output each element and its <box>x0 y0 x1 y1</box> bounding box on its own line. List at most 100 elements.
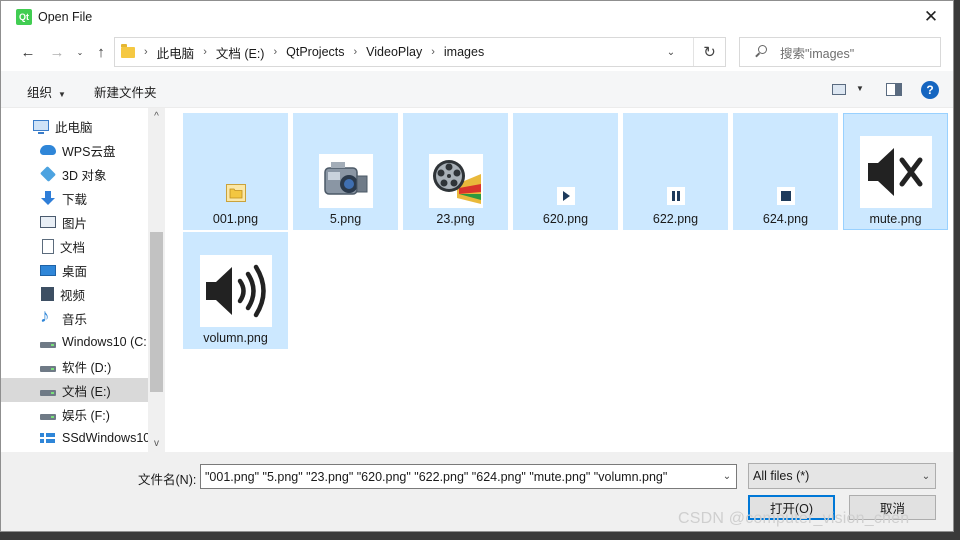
breadcrumb-this-pc[interactable]: 此电脑 <box>157 43 195 62</box>
csdn-watermark: CSDN @computer_vision_chen <box>678 510 910 527</box>
sidebar-item-downloads[interactable]: 下载 <box>1 186 148 210</box>
filename-label: 文件名(N): <box>138 473 197 487</box>
search-icon <box>754 45 768 59</box>
file-type-value: All files (*) <box>753 469 810 483</box>
breadcrumb-drive-e[interactable]: 文档 (E:) <box>216 43 265 62</box>
caret-down-icon: ▼ <box>58 90 66 99</box>
organize-menu-button[interactable]: 组织 ▼ <box>27 82 66 101</box>
organize-label: 组织 <box>27 86 53 100</box>
breadcrumb-images[interactable]: images <box>444 45 484 59</box>
sidebar-item-pictures[interactable]: 图片 <box>1 210 148 234</box>
sidebar-item-drive-c[interactable]: Windows10 (C: <box>1 330 148 354</box>
drive-icon <box>40 389 56 396</box>
music-icon <box>40 306 56 328</box>
file-name: 622.png <box>652 212 699 226</box>
file-tile-mute[interactable]: mute.png <box>843 113 948 230</box>
folder-thumbnail-icon <box>225 184 246 202</box>
sidebar-item-desktop[interactable]: 桌面 <box>1 258 148 282</box>
3d-objects-icon <box>40 166 56 182</box>
breadcrumb-separator: › <box>431 46 435 58</box>
title-bar: Qt Open File ✕ <box>1 1 953 32</box>
sidebar-item-label: 视频 <box>60 288 86 303</box>
sidebar-item-label: 下载 <box>62 192 88 207</box>
change-view-icon[interactable] <box>832 84 846 95</box>
volume-speaker-thumbnail-icon <box>199 255 272 327</box>
file-name: volumn.png <box>203 331 268 345</box>
file-name: mute.png <box>869 212 922 226</box>
sidebar-item-label: 娱乐 (F:) <box>62 408 110 423</box>
sidebar-item-label: 3D 对象 <box>62 168 107 183</box>
filename-dropdown-chevron-icon[interactable]: ⌄ <box>718 465 736 488</box>
file-type-chevron-icon: ⌄ <box>921 470 931 482</box>
recent-locations-chevron-icon[interactable]: ⌄ <box>73 42 87 62</box>
sidebar-item-ssd[interactable]: SSdWindows10 <box>1 426 148 450</box>
scrollbar-thumb[interactable] <box>150 232 163 392</box>
ssd-icon <box>40 433 56 444</box>
pause-thumbnail-icon <box>666 187 685 205</box>
qt-logo-icon: Qt <box>16 8 32 25</box>
forward-button[interactable]: → <box>47 42 67 62</box>
search-input[interactable]: 搜索"images" <box>739 37 941 67</box>
sidebar-item-drive-d[interactable]: 软件 (D:) <box>1 354 148 378</box>
drive-icon <box>40 365 56 372</box>
filename-field[interactable]: "001.png" "5.png" "23.png" "620.png" "62… <box>200 464 737 489</box>
sidebar-item-this-pc[interactable]: 此电脑 <box>1 114 148 138</box>
file-tile-5[interactable]: 5.png <box>293 113 398 230</box>
file-name: 624.png <box>762 212 809 226</box>
breadcrumb-separator: › <box>353 46 358 58</box>
open-file-dialog: Qt Open File ✕ ← → ⌄ ↑ › 此电脑 › 文档 (E:) ›… <box>0 0 954 532</box>
file-tile-620[interactable]: 620.png <box>513 113 618 230</box>
sidebar-item-label: SSdWindows10 <box>62 431 148 445</box>
breadcrumb-separator: › <box>144 46 148 58</box>
help-icon[interactable]: ? <box>921 81 939 99</box>
file-tile-23[interactable]: 23.png <box>403 113 508 230</box>
file-tile-622[interactable]: 622.png <box>623 113 728 230</box>
sidebar-item-documents[interactable]: 文档 <box>1 234 148 258</box>
sidebar-item-label: WPS云盘 <box>62 144 116 159</box>
drive-icon <box>40 341 56 348</box>
file-tile-624[interactable]: 624.png <box>733 113 838 230</box>
file-tile-volumn[interactable]: volumn.png <box>183 232 288 349</box>
sidebar-item-label: 音乐 <box>62 312 88 327</box>
address-bar[interactable]: › 此电脑 › 文档 (E:) › QtProjects › VideoPlay… <box>114 37 726 67</box>
sidebar-item-label: 桌面 <box>62 264 88 279</box>
mute-speaker-thumbnail-icon <box>859 136 932 208</box>
new-folder-button[interactable]: 新建文件夹 <box>94 82 157 101</box>
address-row: ← → ⌄ ↑ › 此电脑 › 文档 (E:) › QtProjects › V… <box>1 34 953 70</box>
window-title: Open File <box>38 9 93 24</box>
documents-icon <box>42 238 54 254</box>
desktop-icon <box>40 264 56 276</box>
up-button[interactable]: ↑ <box>91 42 111 62</box>
breadcrumb-separator: › <box>273 46 278 58</box>
refresh-button[interactable]: ↻ <box>693 38 725 66</box>
address-dropdown-chevron-icon[interactable]: ⌄ <box>661 38 681 66</box>
sidebar-item-label: 软件 (D:) <box>62 360 112 375</box>
breadcrumb-videoplay[interactable]: VideoPlay <box>366 45 422 59</box>
sidebar-item-label: 图片 <box>62 216 88 231</box>
sidebar-item-videos[interactable]: 视频 <box>1 282 148 306</box>
computer-icon <box>33 119 49 134</box>
file-tile-001[interactable]: 001.png <box>183 113 288 230</box>
breadcrumb-separator: › <box>203 46 207 58</box>
sidebar-item-drive-e[interactable]: 文档 (E:) <box>1 378 148 402</box>
folder-icon <box>121 43 135 58</box>
file-name: 5.png <box>329 212 362 226</box>
drive-icon <box>40 413 56 420</box>
scroll-down-icon[interactable]: v <box>148 435 165 452</box>
sidebar-item-label: Windows10 (C: <box>62 335 147 349</box>
file-type-select[interactable]: All files (*) ⌄ <box>748 463 936 489</box>
preview-pane-icon[interactable] <box>886 83 902 96</box>
pictures-icon <box>40 216 56 228</box>
view-options-caret-icon[interactable]: ▼ <box>856 84 864 93</box>
film-reel-thumbnail-icon <box>428 154 483 208</box>
sidebar-item-music[interactable]: 音乐 <box>1 306 148 330</box>
close-button[interactable]: ✕ <box>909 1 953 32</box>
back-button[interactable]: ← <box>18 42 38 62</box>
sidebar-scrollbar[interactable]: ^ v <box>148 108 165 452</box>
sidebar-item-wps-cloud[interactable]: WPS云盘 <box>1 138 148 162</box>
sidebar-item-3d-objects[interactable]: 3D 对象 <box>1 162 148 186</box>
sidebar-item-drive-f[interactable]: 娱乐 (F:) <box>1 402 148 426</box>
scroll-up-icon[interactable]: ^ <box>148 108 165 125</box>
breadcrumb-qtprojects[interactable]: QtProjects <box>286 45 344 59</box>
sidebar-item-label: 文档 (E:) <box>62 384 111 399</box>
